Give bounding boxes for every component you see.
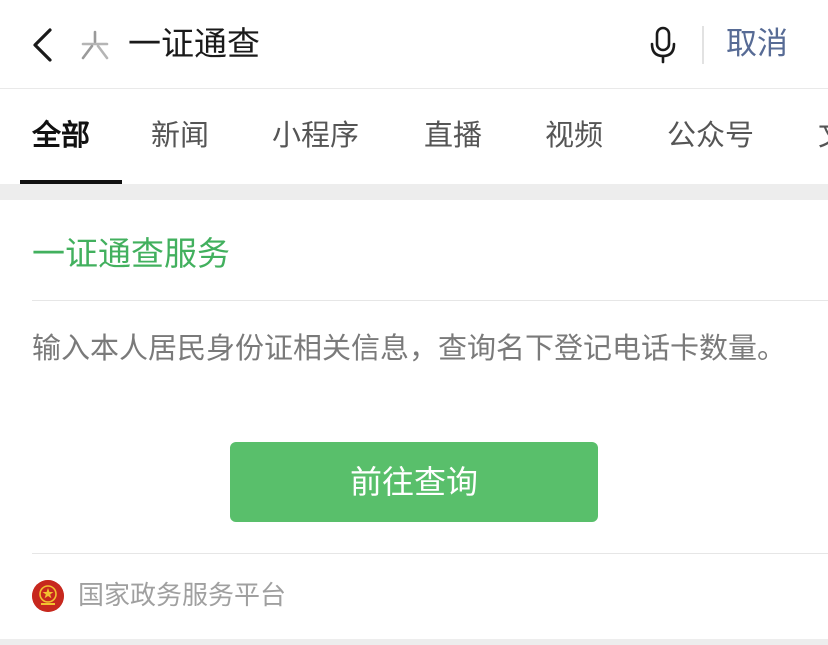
microphone-icon[interactable] bbox=[648, 26, 678, 64]
tab-live[interactable]: 直播 bbox=[424, 89, 482, 184]
service-card: 一证通查服务 输入本人居民身份证相关信息，查询名下登记电话卡数量。 前往查询 国… bbox=[0, 200, 828, 639]
search-divider bbox=[702, 26, 704, 64]
section-gap bbox=[0, 184, 828, 200]
section-gap-bottom bbox=[0, 639, 828, 645]
result-tabs: 全部 新闻 小程序 直播 视频 公众号 文 bbox=[0, 89, 828, 184]
card-footer-divider bbox=[32, 553, 828, 554]
source-name[interactable]: 国家政务服务平台 bbox=[78, 576, 286, 616]
go-query-button[interactable]: 前往查询 bbox=[230, 442, 598, 522]
search-bar: 一证通查 取消 bbox=[0, 0, 828, 88]
back-arrow-icon[interactable] bbox=[28, 26, 58, 64]
tab-articles[interactable]: 文 bbox=[818, 89, 828, 184]
wechat-search-icon bbox=[81, 30, 109, 60]
card-title[interactable]: 一证通查服务 bbox=[32, 232, 230, 276]
card-description: 输入本人居民身份证相关信息，查询名下登记电话卡数量。 bbox=[32, 331, 787, 365]
national-emblem-icon bbox=[32, 580, 64, 612]
cancel-button[interactable]: 取消 bbox=[726, 22, 788, 66]
tab-mini-programs[interactable]: 小程序 bbox=[272, 89, 359, 184]
tab-all[interactable]: 全部 bbox=[32, 89, 90, 184]
card-divider bbox=[32, 300, 828, 301]
tab-official-accounts[interactable]: 公众号 bbox=[667, 89, 754, 184]
tab-videos[interactable]: 视频 bbox=[545, 89, 603, 184]
tab-news[interactable]: 新闻 bbox=[151, 89, 209, 184]
search-input[interactable]: 一证通查 bbox=[128, 22, 260, 66]
